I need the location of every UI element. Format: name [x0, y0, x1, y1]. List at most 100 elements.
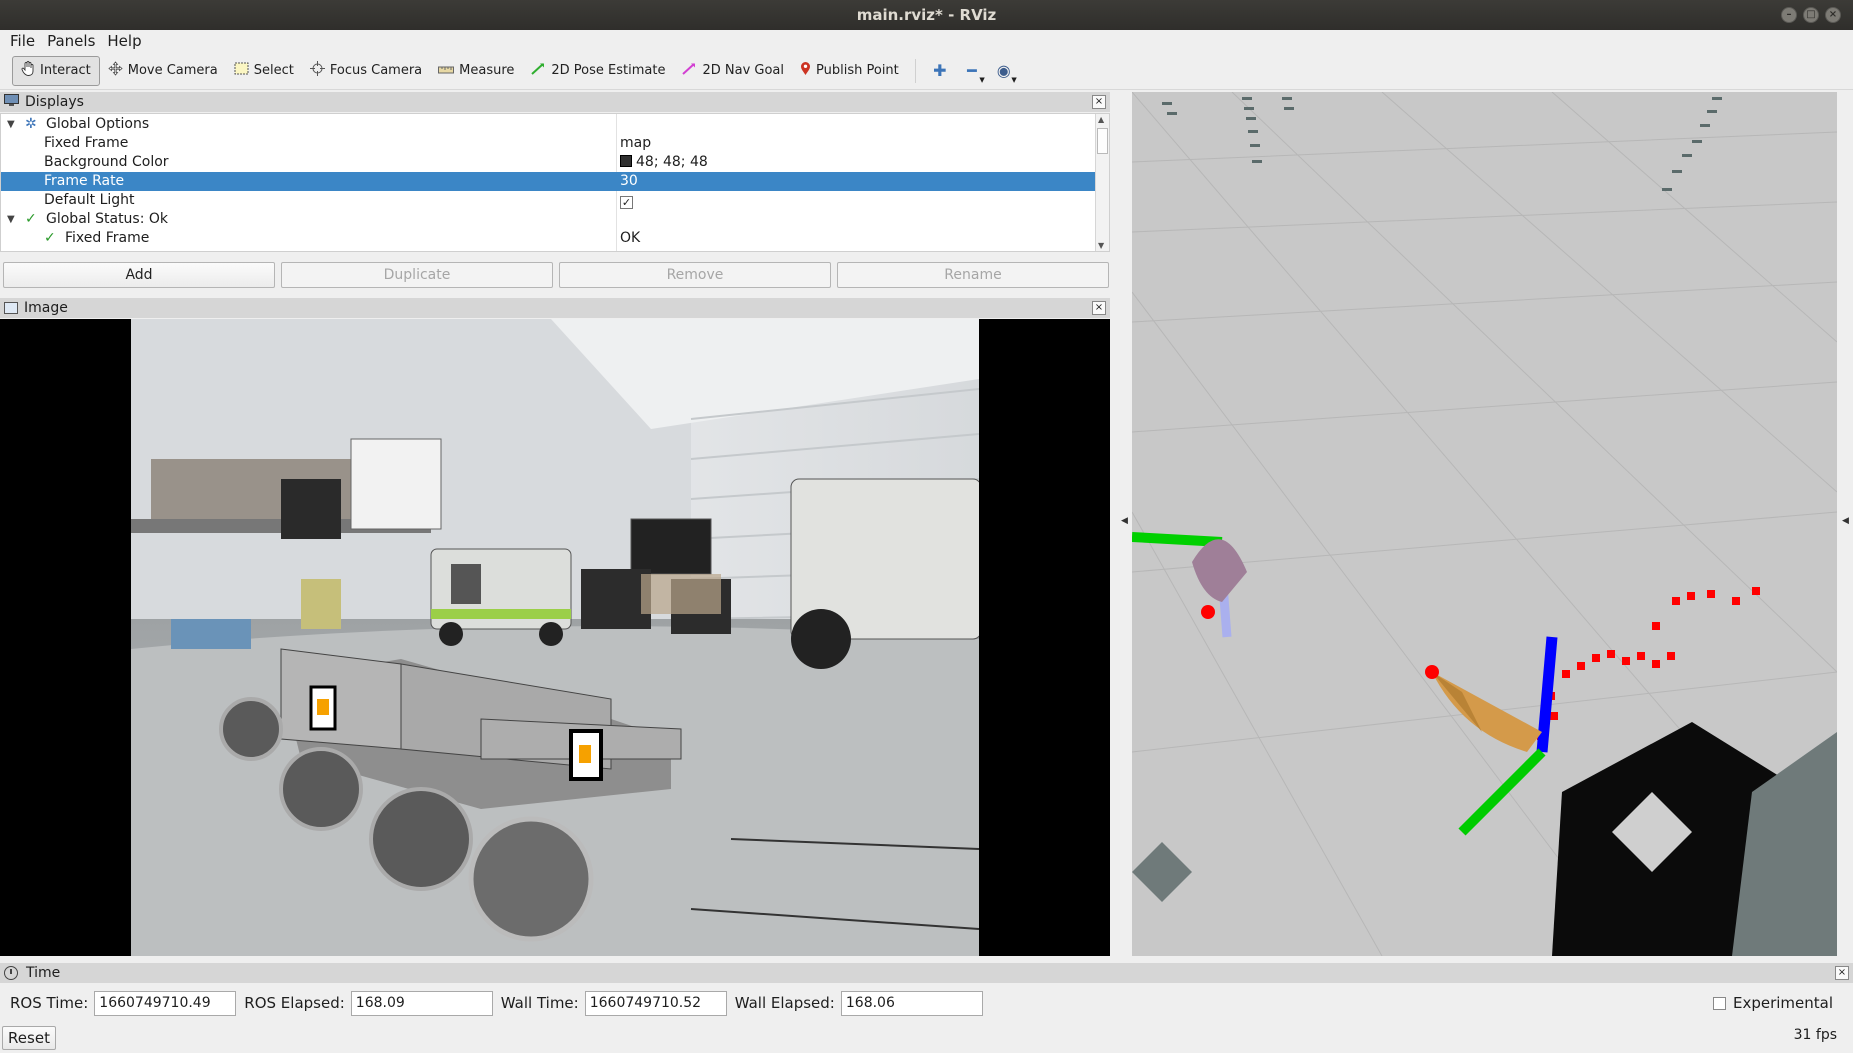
wall-elapsed-label: Wall Elapsed: [734, 994, 835, 1012]
tool-focus-camera[interactable]: Focus Camera [302, 56, 430, 86]
toolbar-separator [914, 58, 916, 83]
toolbar: Interact Move Camera Select Focus Camera… [0, 52, 1853, 90]
collapse-right-icon[interactable]: ◀ [1842, 516, 1849, 526]
eye-icon: ◉ [996, 61, 1011, 80]
chevron-down-icon: ▼ [979, 75, 985, 84]
ros-time-label: ROS Time: [10, 994, 89, 1012]
tree-row-global-options[interactable]: ▼ ✲ Global Options [1, 115, 1096, 134]
tool-select[interactable]: Select [226, 56, 302, 86]
left-splitter[interactable]: ◀ [1110, 92, 1132, 956]
tree-row-fixed-frame[interactable]: Fixed Frame map [1, 134, 1096, 153]
scrollbar-thumb[interactable] [1097, 128, 1108, 154]
3d-scene [1132, 92, 1837, 956]
ros-elapsed-field[interactable]: 168.09 [350, 990, 493, 1016]
reset-button[interactable]: Reset [2, 1026, 56, 1050]
add-button[interactable]: Add [3, 262, 275, 288]
tool-2d-nav-goal-label: 2D Nav Goal [702, 63, 785, 78]
ros-time-field[interactable]: 1660749710.49 [94, 990, 237, 1016]
focus-camera-icon [309, 61, 325, 80]
checkbox[interactable]: ✓ [620, 196, 633, 209]
tree-row-label: Global Options [46, 116, 150, 132]
tool-move-camera-label: Move Camera [127, 63, 218, 78]
experimental-label: Experimental [1732, 994, 1833, 1012]
checkbox[interactable] [1712, 996, 1726, 1010]
fixed-frame-value[interactable]: map [620, 134, 651, 153]
view-menu-button[interactable]: ◉ ▼ [991, 57, 1017, 85]
chevron-down-icon: ▼ [1011, 75, 1017, 84]
menu-panels[interactable]: Panels [41, 32, 101, 50]
display-buttons: Add Duplicate Remove Rename [0, 262, 1110, 290]
scroll-down-icon[interactable]: ▼ [1098, 241, 1104, 250]
clock-icon [4, 966, 18, 980]
window-controls: – □ × [1781, 7, 1841, 23]
tree-row-label: Default Light [44, 192, 135, 208]
remove-tool-button[interactable]: ━ ▼ [959, 57, 985, 85]
default-light-checkbox[interactable]: ✓ [620, 191, 633, 210]
minimize-button[interactable]: – [1781, 7, 1797, 23]
experimental-checkbox[interactable]: Experimental [1712, 994, 1833, 1012]
collapse-left-icon[interactable]: ◀ [1121, 516, 1128, 526]
wall-elapsed-field[interactable]: 168.06 [840, 990, 983, 1016]
tree-row-label: Fixed Frame [44, 135, 129, 151]
tree-scrollbar[interactable]: ▲ ▼ [1095, 114, 1109, 251]
background-color-value[interactable]: 48; 48; 48 [620, 153, 708, 172]
hand-icon [21, 61, 35, 80]
plus-icon: ✚ [933, 61, 947, 80]
select-icon [234, 62, 249, 79]
time-close-button[interactable]: × [1835, 966, 1849, 980]
tool-interact[interactable]: Interact [12, 55, 100, 86]
wall-time-label: Wall Time: [500, 994, 579, 1012]
menu-file[interactable]: File [4, 32, 41, 50]
tree-row-label: Frame Rate [44, 173, 125, 189]
scroll-up-icon[interactable]: ▲ [1098, 115, 1104, 124]
title-bar: main.rviz* - RViz – □ × [0, 0, 1853, 30]
menu-help[interactable]: Help [101, 32, 147, 50]
check-icon: ✓ [44, 230, 56, 246]
remove-button[interactable]: Remove [559, 262, 831, 288]
wall-time-field[interactable]: 1660749710.52 [584, 990, 727, 1016]
tree-row-status-fixed-frame[interactable]: ✓ Fixed Frame OK [1, 229, 1096, 248]
tree-row-frame-rate[interactable]: Frame Rate 30 [1, 172, 1096, 191]
image-panel-header: Image × [0, 298, 1110, 318]
tool-interact-label: Interact [40, 63, 91, 78]
tool-measure[interactable]: Measure [430, 56, 522, 86]
displays-panel-header: Displays × [0, 92, 1110, 112]
tool-focus-camera-label: Focus Camera [329, 63, 423, 78]
map-pin-icon [800, 61, 811, 80]
menu-bar: File Panels Help [0, 30, 1853, 52]
minus-icon: ━ [966, 61, 977, 80]
tool-2d-pose-estimate[interactable]: 2D Pose Estimate [522, 56, 673, 86]
gear-icon: ✲ [25, 116, 37, 132]
time-row: ROS Time: 1660749710.49 ROS Elapsed: 168… [0, 987, 1853, 1019]
displays-close-button[interactable]: × [1092, 95, 1106, 109]
frame-rate-value[interactable]: 30 [620, 172, 638, 191]
tool-publish-point-label: Publish Point [816, 63, 899, 78]
expand-arrow-icon[interactable]: ▼ [7, 210, 15, 229]
3d-render-view[interactable] [1132, 92, 1837, 956]
maximize-button[interactable]: □ [1803, 7, 1819, 23]
right-splitter[interactable]: ◀ [1837, 92, 1853, 956]
tree-row-default-light[interactable]: Default Light ✓ [1, 191, 1096, 210]
pose-estimate-icon [530, 62, 546, 80]
expand-arrow-icon[interactable]: ▼ [7, 115, 15, 134]
tree-row-background-color[interactable]: Background Color 48; 48; 48 [1, 153, 1096, 172]
tree-row-global-status[interactable]: ▼ ✓ Global Status: Ok [1, 210, 1096, 229]
window-title: main.rviz* - RViz [856, 6, 997, 24]
image-close-button[interactable]: × [1092, 301, 1106, 315]
image-panel-title: Image [24, 300, 68, 316]
tool-publish-point[interactable]: Publish Point [792, 56, 907, 86]
tool-move-camera[interactable]: Move Camera [100, 56, 226, 86]
tree-row-label: Background Color [44, 154, 169, 170]
image-icon [4, 302, 18, 314]
tool-select-label: Select [253, 63, 294, 78]
tool-2d-nav-goal[interactable]: 2D Nav Goal [673, 56, 792, 86]
color-swatch [620, 155, 632, 167]
duplicate-button[interactable]: Duplicate [281, 262, 553, 288]
rename-button[interactable]: Rename [837, 262, 1109, 288]
add-tool-button[interactable]: ✚ [927, 57, 953, 85]
displays-tree: ▼ ✲ Global Options Fixed Frame map Backg… [0, 113, 1110, 252]
tool-measure-label: Measure [459, 63, 515, 78]
close-button[interactable]: × [1825, 7, 1841, 23]
status-value: OK [620, 230, 641, 246]
tree-row-label: Fixed Frame [65, 230, 150, 246]
